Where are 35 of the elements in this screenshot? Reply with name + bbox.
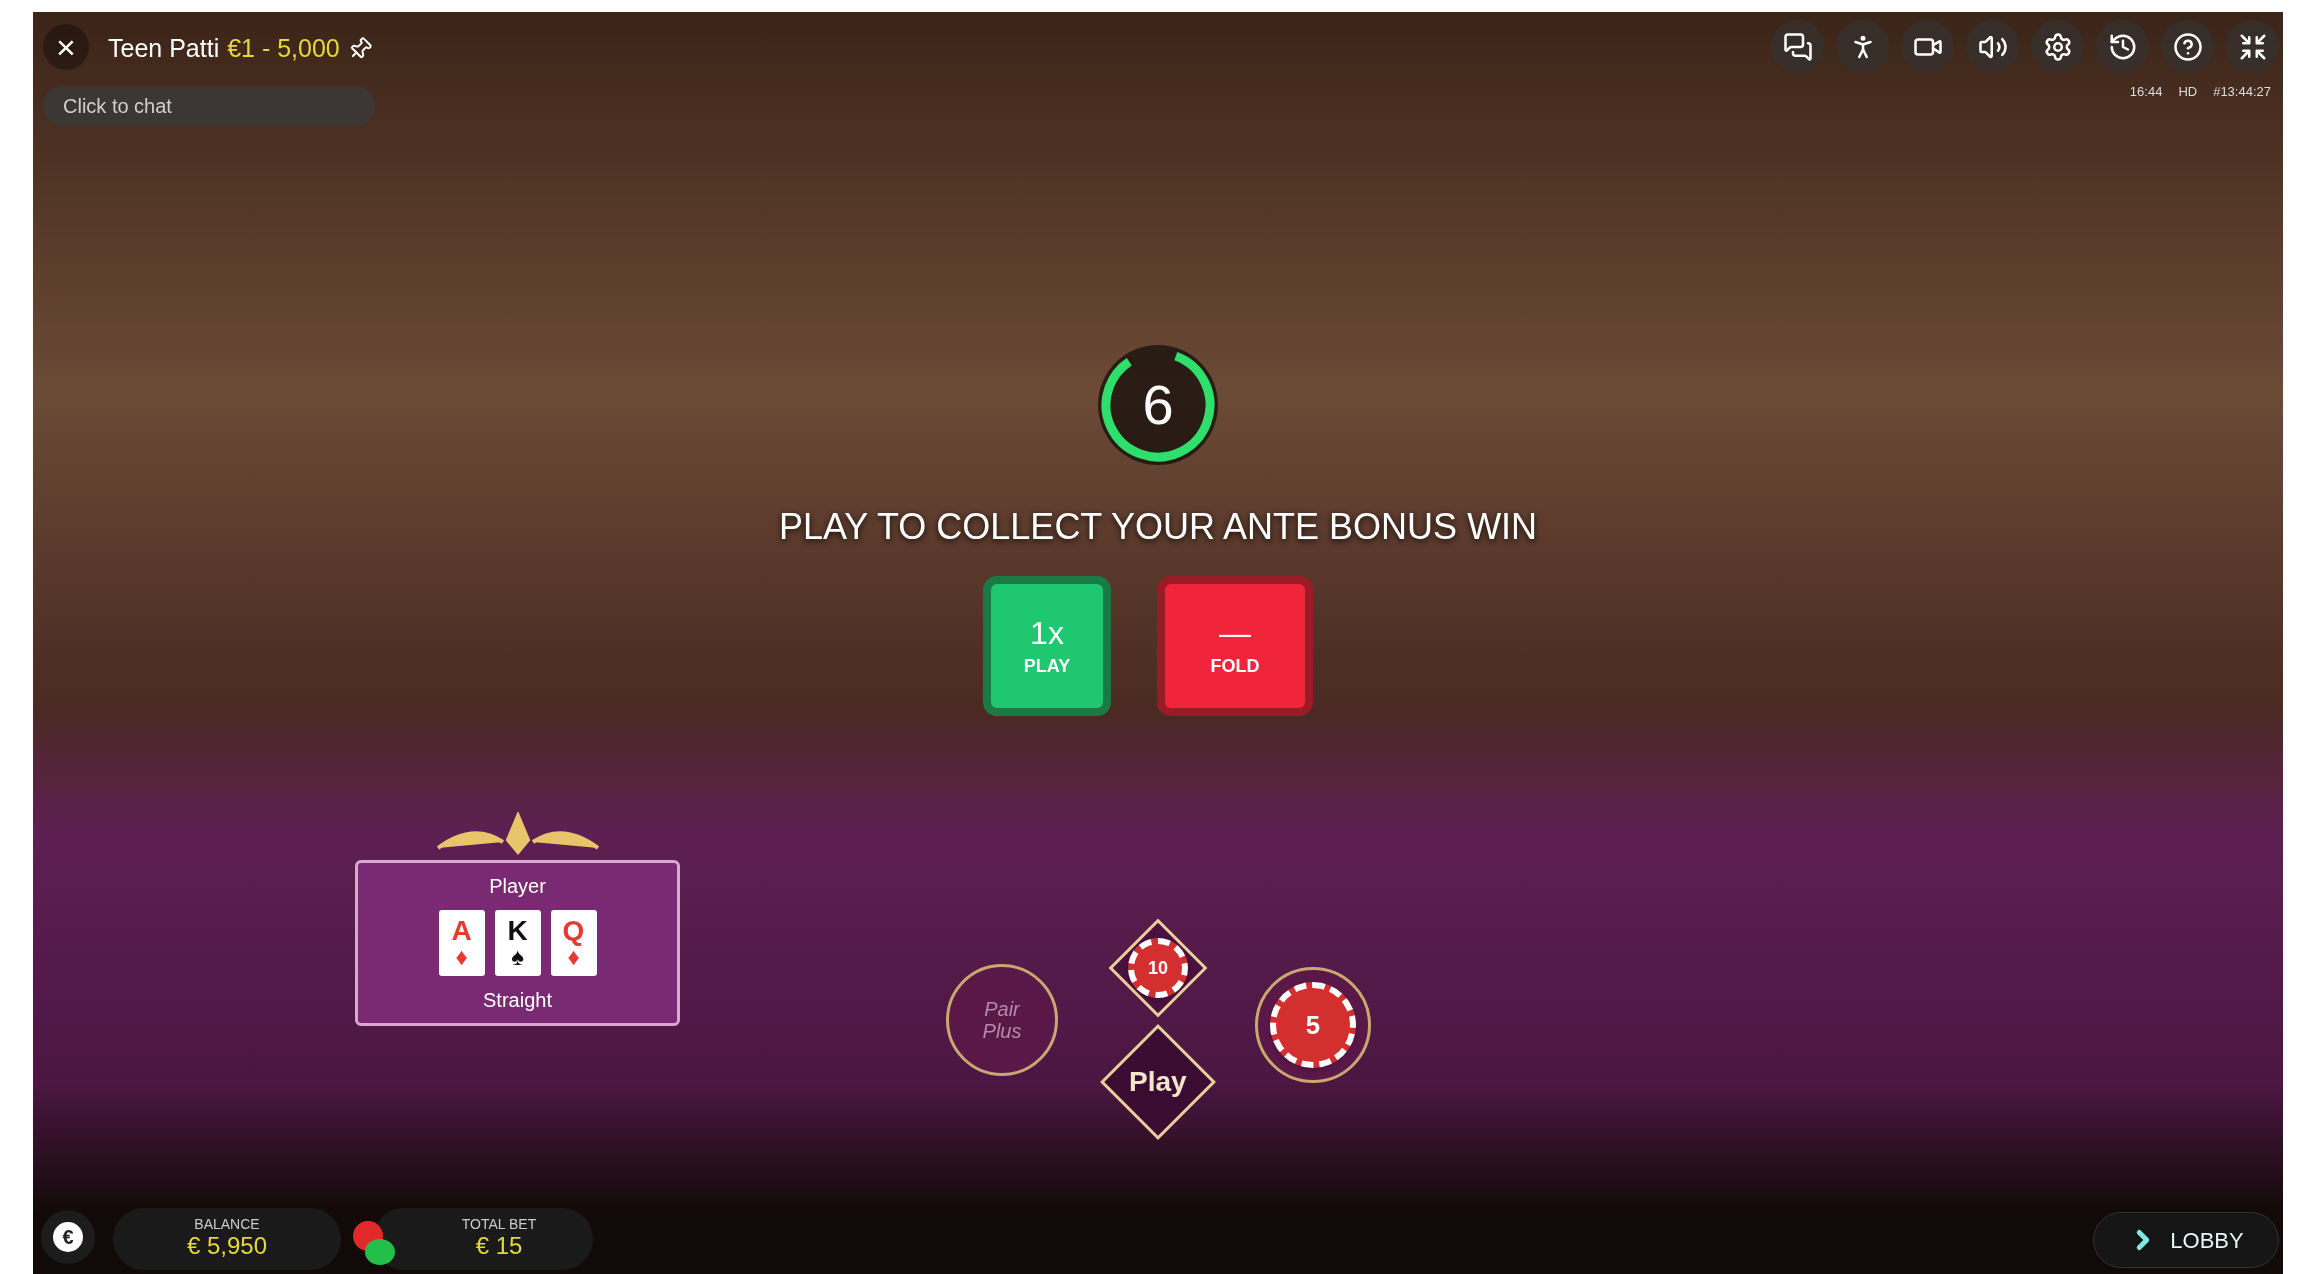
- bonus-spot[interactable]: 5: [1255, 967, 1371, 1083]
- round-id: #13:44:27: [2213, 83, 2271, 101]
- person-button[interactable]: [1836, 20, 1889, 73]
- ante-spot[interactable]: 10: [1108, 918, 1208, 1018]
- chip: 5: [1270, 982, 1356, 1068]
- hand-result: Straight: [483, 988, 552, 1013]
- history-button[interactable]: [2096, 20, 2149, 73]
- settings-icon: [2042, 31, 2073, 62]
- balance-display: BALANCE € 5,950: [113, 1208, 341, 1270]
- game-title: Teen Patti: [108, 33, 220, 64]
- clock-time: 16:44: [2129, 83, 2163, 101]
- chip: 10: [1128, 938, 1188, 998]
- chat-field[interactable]: Click to chat: [43, 86, 375, 126]
- exit-fullscreen-button[interactable]: [2226, 20, 2279, 73]
- chat-icon: [1782, 31, 1813, 62]
- video-camera-button[interactable]: [1901, 20, 1954, 73]
- prompt-message: PLAY TO COLLECT YOUR ANTE BONUS WIN: [778, 505, 1538, 549]
- video-quality: HD: [2178, 83, 2198, 101]
- volume-button[interactable]: [1966, 20, 2019, 73]
- settings-button[interactable]: [2031, 20, 2084, 73]
- chat-button[interactable]: [1771, 20, 1824, 73]
- playing-card: A ♦: [438, 910, 485, 976]
- currency-button[interactable]: €: [41, 1210, 95, 1264]
- pair-plus-spot[interactable]: Pair Plus: [946, 964, 1058, 1076]
- playing-card: Q ♦: [550, 910, 597, 976]
- playing-card: K ♠: [494, 910, 541, 976]
- chips-icon: [351, 1218, 397, 1268]
- lobby-button[interactable]: LOBBY: [2093, 1212, 2279, 1268]
- close-button[interactable]: ×: [43, 24, 89, 70]
- player-label: Player: [489, 874, 546, 899]
- timer-count: 6: [1142, 377, 1174, 433]
- help-button[interactable]: [2161, 20, 2214, 73]
- bet-limits: €1 - 5,000: [227, 33, 340, 64]
- play-spot[interactable]: Play: [1100, 1024, 1216, 1140]
- help-icon: [2172, 31, 2203, 62]
